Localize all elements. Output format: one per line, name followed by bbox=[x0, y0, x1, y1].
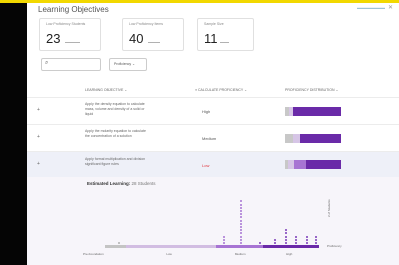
stat-subtext: ▬▬▬▬ bbox=[148, 40, 160, 44]
stat-value: 40 bbox=[129, 31, 144, 46]
objective-text: Apply formal multiplication and division… bbox=[85, 157, 146, 166]
close-icon[interactable]: ✕ bbox=[388, 4, 393, 11]
stat-label: Sample Size bbox=[204, 22, 224, 26]
student-dot bbox=[239, 219, 242, 222]
stat-subtext: ▬▬▬ bbox=[220, 40, 229, 44]
student-dot bbox=[284, 229, 287, 232]
student-dot bbox=[295, 235, 298, 238]
proficiency-band bbox=[126, 245, 217, 248]
filter-label: Proficiency ⌄ bbox=[114, 62, 136, 66]
band-label: Low bbox=[166, 252, 172, 256]
distribution-segment bbox=[293, 160, 307, 169]
table-row[interactable]: + Apply the density equation to calculat… bbox=[27, 98, 399, 124]
student-dot bbox=[239, 216, 242, 219]
band-label: High bbox=[286, 252, 293, 256]
student-dot bbox=[284, 232, 287, 235]
learning-objectives-panel: Learning Objectives ▬▬▬▬▬▬▬ ✕ Low Profic… bbox=[27, 3, 399, 265]
stat-card-low-proficiency-items: Low Proficiency Items 40 ▬▬▬▬ bbox=[122, 18, 184, 51]
student-dot bbox=[239, 242, 242, 244]
stat-card-low-proficiency-students: Low Proficiency Students 23 ▬▬▬▬▬ bbox=[39, 18, 101, 51]
chart-title-label: Estimated Learning: bbox=[87, 181, 131, 186]
stat-card-sample-size: Sample Size 11 ▬▬▬ bbox=[197, 18, 254, 51]
proficiency-level: Medium bbox=[202, 136, 217, 141]
student-dot bbox=[239, 213, 242, 216]
distribution-bar bbox=[285, 134, 341, 143]
band-label: Medium bbox=[234, 252, 246, 256]
student-dot bbox=[222, 235, 225, 238]
student-dot bbox=[239, 232, 242, 235]
student-dot bbox=[239, 200, 242, 203]
page-title: Learning Objectives bbox=[38, 5, 109, 14]
column-header-distribution[interactable]: PROFICIENCY DISTRIBUTION ⌄ bbox=[285, 88, 338, 92]
student-dot bbox=[295, 238, 298, 241]
student-dot bbox=[239, 229, 242, 232]
expand-icon[interactable]: + bbox=[37, 161, 40, 167]
student-dot bbox=[284, 235, 287, 238]
student-dot bbox=[295, 242, 298, 244]
objective-text: Apply the molarity equation to calculate… bbox=[85, 129, 146, 138]
search-input[interactable]: ⌕ bbox=[41, 58, 101, 71]
distribution-bar bbox=[285, 160, 341, 169]
student-dot bbox=[222, 238, 225, 241]
student-dot bbox=[239, 235, 242, 238]
chart-title-count: 28 Students bbox=[131, 181, 156, 186]
student-dot bbox=[314, 238, 317, 241]
table-row[interactable]: + Apply the molarity equation to calcula… bbox=[27, 125, 399, 151]
stat-value: 23 bbox=[46, 31, 61, 46]
search-icon: ⌕ bbox=[45, 60, 49, 66]
student-dot bbox=[306, 238, 309, 241]
student-dot bbox=[274, 242, 277, 244]
student-dot bbox=[117, 242, 120, 244]
stat-label: Low Proficiency Items bbox=[129, 22, 164, 26]
expand-icon[interactable]: + bbox=[37, 107, 40, 113]
proficiency-filter-dropdown[interactable]: Proficiency ⌄ bbox=[109, 58, 147, 71]
student-dot bbox=[284, 242, 287, 244]
student-dot bbox=[274, 238, 277, 241]
student-dot bbox=[239, 238, 242, 241]
student-dot bbox=[259, 242, 262, 244]
objective-text: Apply the density equation to calculate … bbox=[85, 102, 145, 116]
student-dot bbox=[239, 226, 242, 228]
column-header-objective[interactable]: LEARNING OBJECTIVE ⌄ bbox=[85, 88, 127, 92]
stat-subtext: ▬▬▬▬▬ bbox=[65, 40, 80, 44]
student-dot bbox=[306, 242, 309, 244]
distribution-segment bbox=[292, 107, 341, 116]
distribution-segment bbox=[299, 134, 341, 143]
distribution-segment bbox=[285, 134, 293, 143]
distribution-bar bbox=[285, 107, 341, 116]
student-dot bbox=[239, 210, 242, 212]
table-row-selected[interactable]: + Apply formal multiplication and divisi… bbox=[27, 152, 399, 177]
chart-title: Estimated Learning: 28 Students bbox=[87, 181, 156, 186]
student-dot bbox=[222, 242, 225, 244]
student-dot bbox=[239, 203, 242, 206]
proficiency-level: High bbox=[202, 109, 211, 114]
student-dot bbox=[239, 222, 242, 225]
y-axis-label: # of Students bbox=[327, 199, 331, 217]
expand-icon[interactable]: + bbox=[37, 134, 40, 140]
estimated-learning-chart: Estimated Learning: 28 Students # of Stu… bbox=[27, 177, 399, 265]
student-dot bbox=[306, 235, 309, 238]
proficiency-band bbox=[105, 245, 127, 248]
student-dot bbox=[239, 206, 242, 209]
distribution-segment bbox=[306, 160, 341, 169]
legend-label: Proficiency bbox=[327, 244, 342, 248]
proficiency-band bbox=[263, 245, 319, 248]
band-label: Pre-Foundation bbox=[83, 252, 104, 256]
column-header-proficiency[interactable]: ≡ CALCULATE PROFICIENCY ⌄ bbox=[195, 88, 247, 92]
student-dot bbox=[284, 238, 287, 241]
proficiency-band bbox=[216, 245, 264, 248]
proficiency-level: Low bbox=[202, 163, 210, 168]
distribution-segment bbox=[292, 134, 300, 143]
stat-value: 11 bbox=[204, 31, 218, 46]
stat-label: Low Proficiency Students bbox=[46, 22, 86, 26]
student-dot bbox=[314, 242, 317, 244]
header-link[interactable]: ▬▬▬▬▬▬▬ bbox=[357, 5, 385, 10]
student-dot bbox=[314, 235, 317, 238]
